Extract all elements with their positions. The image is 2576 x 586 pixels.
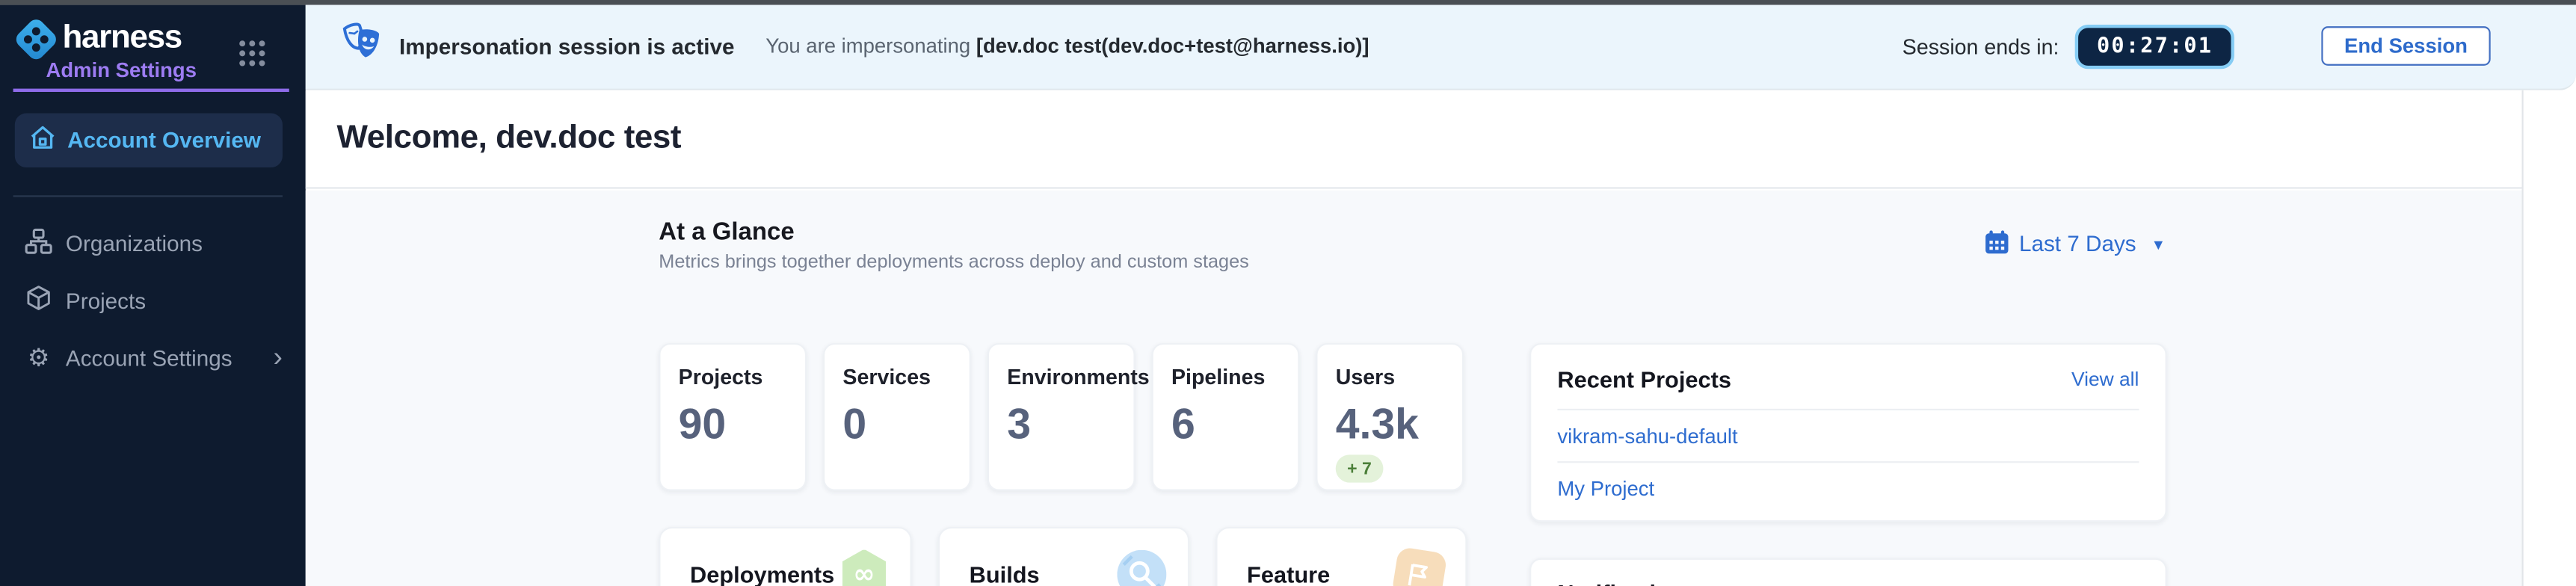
home-icon bbox=[28, 123, 58, 157]
sidebar-item-projects[interactable]: Projects bbox=[0, 271, 306, 329]
page-header: Welcome, dev.doc test bbox=[306, 90, 2522, 188]
sidebar-item-label: Projects bbox=[66, 288, 146, 312]
stat-card-environments[interactable]: Environments 3 bbox=[987, 342, 1136, 490]
sidebar-divider bbox=[13, 194, 283, 196]
session-timer: 00:27:01 bbox=[2075, 24, 2234, 68]
stat-label: Services bbox=[842, 363, 951, 388]
modules-row: Deployments ∞ Builds Feature Flags bbox=[659, 526, 1467, 586]
theater-masks-icon bbox=[340, 21, 386, 72]
end-session-button[interactable]: End Session bbox=[2321, 27, 2490, 67]
sidebar-item-label: Organizations bbox=[66, 231, 203, 256]
sidebar-item-label: Account Settings bbox=[66, 345, 232, 370]
stat-value: 0 bbox=[842, 400, 951, 447]
harness-logo-text: harness bbox=[63, 19, 182, 57]
impersonation-banner: Impersonation session is active You are … bbox=[306, 4, 2576, 90]
harness-logo[interactable]: harness bbox=[16, 19, 182, 57]
deployments-infinity-icon: ∞ bbox=[839, 549, 889, 586]
chevron-down-icon: ▼ bbox=[2151, 235, 2166, 252]
browser-chrome-strip bbox=[0, 0, 2576, 4]
at-a-glance-subtitle: Metrics brings together deployments acro… bbox=[659, 252, 1249, 271]
module-label: Feature Flags bbox=[1247, 561, 1395, 586]
sidebar-item-label: Account Overview bbox=[67, 127, 261, 152]
page-title: Welcome, dev.doc test bbox=[337, 120, 682, 158]
sidebar-accent-underline bbox=[13, 89, 289, 92]
stat-card-users[interactable]: Users 4.3k + 7 bbox=[1316, 342, 1464, 490]
session-ends-label: Session ends in: bbox=[1902, 34, 2059, 59]
grid-apps-icon[interactable] bbox=[238, 39, 266, 75]
sidebar-item-account-settings[interactable]: ⚙ Account Settings › bbox=[0, 329, 306, 386]
stat-label: Users bbox=[1336, 363, 1444, 388]
sidebar-item-account-overview[interactable]: Account Overview bbox=[15, 112, 283, 166]
cube-icon bbox=[25, 284, 52, 317]
feature-flag-icon bbox=[1392, 546, 1448, 586]
recent-project-link[interactable]: My Project bbox=[1557, 462, 2139, 513]
recent-projects-title: Recent Projects bbox=[1557, 366, 1731, 392]
module-label: Builds bbox=[970, 561, 1040, 586]
org-chart-icon bbox=[25, 227, 52, 259]
stat-label: Environments bbox=[1007, 363, 1115, 388]
main-content: At a Glance Metrics brings together depl… bbox=[306, 190, 2522, 586]
harness-admin-dashboard: harness Admin Settings Account Overview bbox=[0, 0, 2576, 586]
admin-settings-label: Admin Settings bbox=[46, 58, 197, 81]
stat-label: Pipelines bbox=[1171, 363, 1280, 388]
date-range-label: Last 7 Days bbox=[2019, 232, 2136, 256]
builds-search-icon bbox=[1117, 549, 1166, 586]
right-rail bbox=[2521, 90, 2576, 586]
banner-title: Impersonation session is active bbox=[399, 34, 735, 59]
stat-value: 4.3k bbox=[1336, 400, 1444, 447]
stat-value: 90 bbox=[679, 400, 787, 447]
calendar-icon bbox=[1985, 229, 2009, 259]
module-card-builds[interactable]: Builds bbox=[938, 526, 1189, 586]
at-a-glance-title: At a Glance bbox=[659, 218, 794, 245]
notifications-card: Notifications bbox=[1529, 558, 2167, 586]
stat-value: 6 bbox=[1171, 400, 1280, 447]
stat-label: Projects bbox=[679, 363, 787, 388]
date-range-filter[interactable]: Last 7 Days ▼ bbox=[1985, 229, 2166, 259]
stat-card-services[interactable]: Services 0 bbox=[823, 342, 971, 490]
harness-logo-icon bbox=[13, 16, 59, 63]
sidebar-nav-list: Organizations Projects ⚙ Account Setting… bbox=[0, 215, 306, 387]
module-label: Deployments bbox=[690, 561, 834, 586]
module-card-deployments[interactable]: Deployments ∞ bbox=[659, 526, 911, 586]
recent-projects-card: Recent Projects View all vikram-sahu-def… bbox=[1529, 342, 2167, 521]
banner-message: You are impersonating [dev.doc test(dev.… bbox=[765, 35, 1369, 58]
banner-impersonated-user: [dev.doc test(dev.doc+test@harness.io)] bbox=[976, 35, 1369, 58]
notifications-title: Notifications bbox=[1557, 579, 2139, 586]
stats-row: Projects 90 Services 0 Environments 3 Pi… bbox=[659, 342, 1464, 490]
stat-card-pipelines[interactable]: Pipelines 6 bbox=[1152, 342, 1300, 490]
sidebar-item-organizations[interactable]: Organizations bbox=[0, 215, 306, 272]
stat-value: 3 bbox=[1007, 400, 1115, 447]
sidebar: harness Admin Settings Account Overview bbox=[0, 4, 306, 586]
stat-card-projects[interactable]: Projects 90 bbox=[659, 342, 807, 490]
users-delta-badge: + 7 bbox=[1336, 455, 1383, 483]
recent-project-link[interactable]: vikram-sahu-default bbox=[1557, 410, 2139, 460]
banner-message-prefix: You are impersonating bbox=[765, 35, 976, 58]
view-all-link[interactable]: View all bbox=[2071, 367, 2139, 390]
module-card-feature-flags[interactable]: Feature Flags bbox=[1215, 526, 1467, 586]
gear-icon: ⚙ bbox=[25, 345, 52, 370]
